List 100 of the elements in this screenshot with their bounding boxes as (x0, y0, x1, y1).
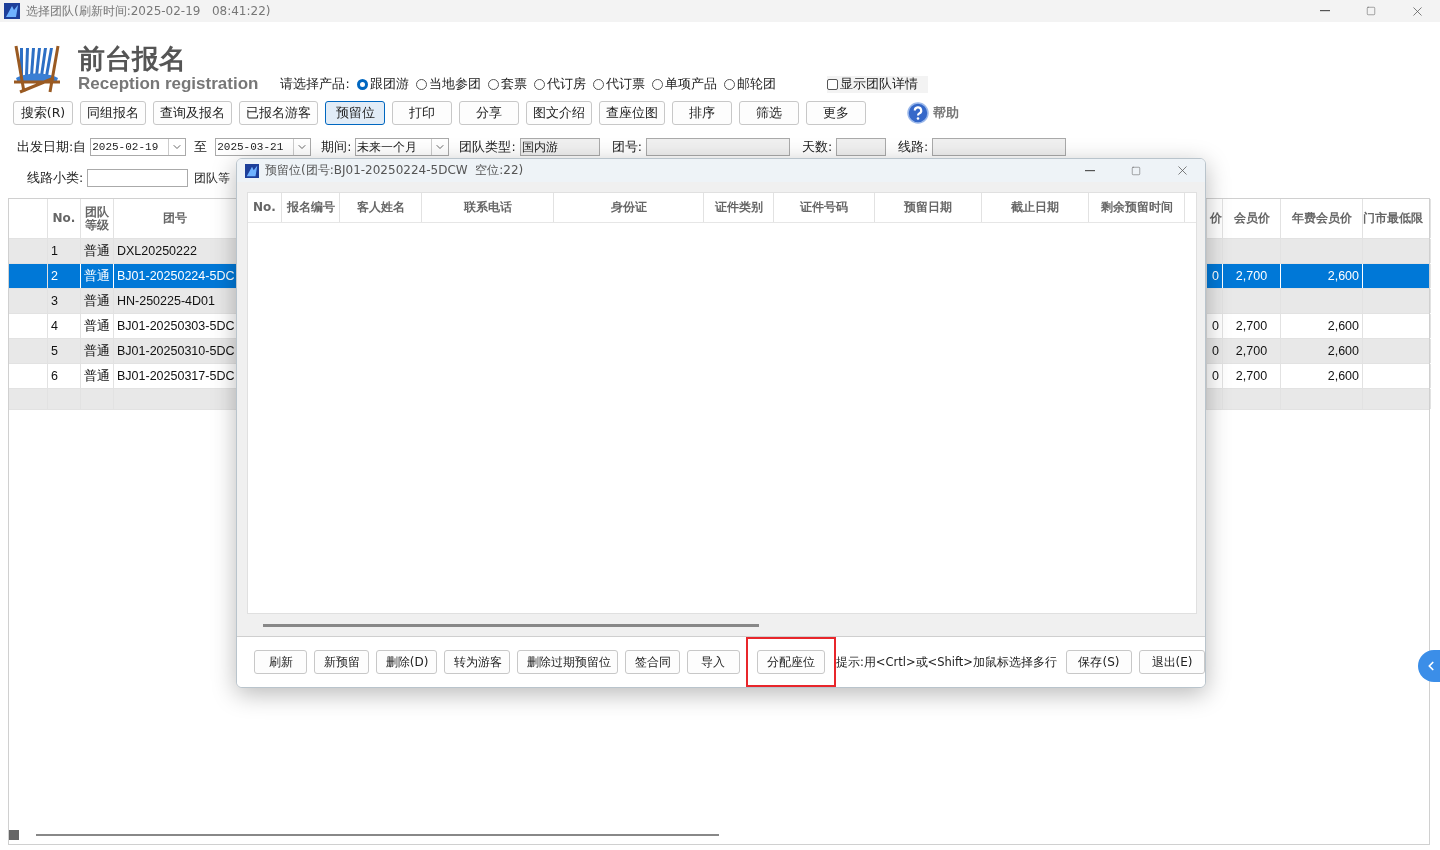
product-radio[interactable]: 当地参团 (415, 76, 481, 93)
table-cell: 普通 (81, 339, 114, 363)
column-header: 报名编号 (282, 193, 340, 222)
column-header: 会员价 (1223, 199, 1281, 238)
dialog-button[interactable]: 刷新 (254, 650, 307, 674)
table-cell: 2,600 (1281, 339, 1363, 363)
dialog-button[interactable]: 删除过期预留位 (517, 650, 619, 674)
table-cell: 2,700 (1223, 364, 1281, 388)
product-radio[interactable]: 套票 (487, 76, 527, 93)
app-icon (4, 3, 20, 19)
table-cell: 4 (48, 314, 81, 338)
column-header: 门市最低限 (1363, 199, 1431, 238)
group-type-label: 团队类型: (459, 138, 516, 156)
toolbar-button[interactable]: 已报名游客 (239, 101, 318, 125)
group-level-label: 团队等 (194, 170, 231, 186)
column-header: 价 (1207, 199, 1223, 238)
column-header: 证件类别 (704, 193, 774, 222)
table-cell: 2,700 (1223, 314, 1281, 338)
page-subtitle: Reception registration (78, 74, 259, 94)
table-cell: 0 (1207, 314, 1223, 338)
horizontal-scrollbar[interactable] (9, 830, 721, 840)
date-to-field[interactable]: 2025-03-21 (215, 138, 312, 156)
route-label: 线路: (898, 138, 929, 156)
group-type-field[interactable]: 国内游 (519, 138, 600, 156)
column-header: 客人姓名 (340, 193, 422, 222)
column-header: 年费会员价 (1281, 199, 1363, 238)
column-header: No. (48, 199, 81, 238)
toolbar-button[interactable]: 图文介绍 (526, 101, 592, 125)
table-cell: 0 (1207, 364, 1223, 388)
column-header: 身份证 (554, 193, 704, 222)
toolbar-button[interactable]: 搜索(R) (13, 101, 73, 125)
table-cell: 2,700 (1223, 339, 1281, 363)
dialog-button[interactable]: 导入 (686, 650, 740, 674)
dialog-button[interactable]: 新预留 (314, 650, 369, 674)
column-header: No. (248, 193, 282, 222)
table-cell: 2,600 (1281, 264, 1363, 288)
table-cell: 普通 (81, 289, 114, 313)
maximize-icon (1131, 165, 1141, 176)
window-title: 选择团队(刷新时间:2025-02-19 08:41:22) (26, 2, 272, 20)
product-label: 请选择产品: (280, 76, 350, 93)
table-cell: 3 (48, 289, 81, 313)
column-header: 预留日期 (875, 193, 982, 222)
column-header: 截止日期 (982, 193, 1089, 222)
date-from-field[interactable]: 2025-02-19 (90, 138, 187, 156)
group-number-field[interactable] (645, 138, 790, 156)
dialog-title: 预留位(团号:BJ01-20250224-5DCW 空位:22) (265, 162, 525, 179)
column-header: 联系电话 (422, 193, 554, 222)
period-field[interactable]: 未来一个月 (355, 138, 450, 156)
table-cell: 普通 (81, 314, 114, 338)
column-header: 证件号码 (774, 193, 875, 222)
dialog-button[interactable]: 转为游客 (443, 650, 511, 674)
minimize-icon (1320, 10, 1330, 12)
toolbar-button[interactable]: 查询及报名 (153, 101, 232, 125)
toolbar-button[interactable]: 查座位图 (599, 101, 665, 125)
days-label: 天数: (801, 138, 833, 156)
table-cell: 5 (48, 339, 81, 363)
table-cell: 普通 (81, 239, 114, 263)
table-cell: 普通 (81, 364, 114, 388)
table-cell: 2,600 (1281, 314, 1363, 338)
table-cell: 普通 (81, 264, 114, 288)
toolbar-button[interactable]: 筛选 (739, 101, 799, 125)
days-field[interactable] (836, 138, 887, 156)
table-cell: 2,700 (1223, 264, 1281, 288)
minimize-icon (1085, 169, 1095, 172)
product-radio[interactable]: 代订房 (533, 76, 586, 93)
toolbar-button[interactable]: 排序 (672, 101, 732, 125)
dialog-button[interactable]: 签合同 (625, 650, 680, 674)
table-cell: 2 (48, 264, 81, 288)
toolbar-button[interactable]: 预留位 (325, 101, 385, 125)
product-radio[interactable]: 代订票 (592, 76, 645, 93)
toolbar-button[interactable]: 同组报名 (80, 101, 146, 125)
dialog-button[interactable]: 保存(S) (1066, 650, 1132, 674)
help-icon (907, 102, 929, 124)
show-details-checkbox[interactable]: 显示团队详情 (826, 76, 928, 93)
route-subclass-field[interactable] (87, 169, 189, 187)
toolbar-button[interactable]: 分享 (459, 101, 519, 125)
table-cell: 0 (1207, 339, 1223, 363)
product-radio[interactable]: 单项产品 (651, 76, 717, 93)
period-label: 期间: (321, 138, 352, 156)
date-label: 出发日期:自 (17, 138, 87, 156)
hint-text: 提示:用<Crtl>或<Shift>加鼠标选择多行 (835, 654, 1057, 670)
dialog-button[interactable]: 分配座位 (756, 650, 825, 674)
table-cell: 0 (1207, 264, 1223, 288)
help-link[interactable]: 帮助 (907, 102, 959, 124)
group-number-label: 团号: (611, 138, 642, 156)
page-title: 前台报名 (78, 44, 187, 74)
table-cell: 2,600 (1281, 364, 1363, 388)
dialog-button[interactable]: 退出(E) (1139, 650, 1205, 674)
to-label: 至 (194, 138, 208, 156)
column-header: 剩余预留时间 (1089, 193, 1185, 222)
route-subclass-label: 线路小类: (27, 169, 84, 187)
toolbar-button[interactable]: 更多 (806, 101, 866, 125)
dialog-button[interactable]: 删除(D) (375, 650, 437, 674)
horizontal-scrollbar[interactable] (263, 623, 759, 627)
maximize-icon (1366, 6, 1376, 16)
table-cell: 6 (48, 364, 81, 388)
product-radio[interactable]: 跟团游 (356, 76, 409, 93)
product-radio[interactable]: 邮轮团 (723, 76, 776, 93)
route-field[interactable] (932, 138, 1067, 156)
toolbar-button[interactable]: 打印 (392, 101, 452, 125)
